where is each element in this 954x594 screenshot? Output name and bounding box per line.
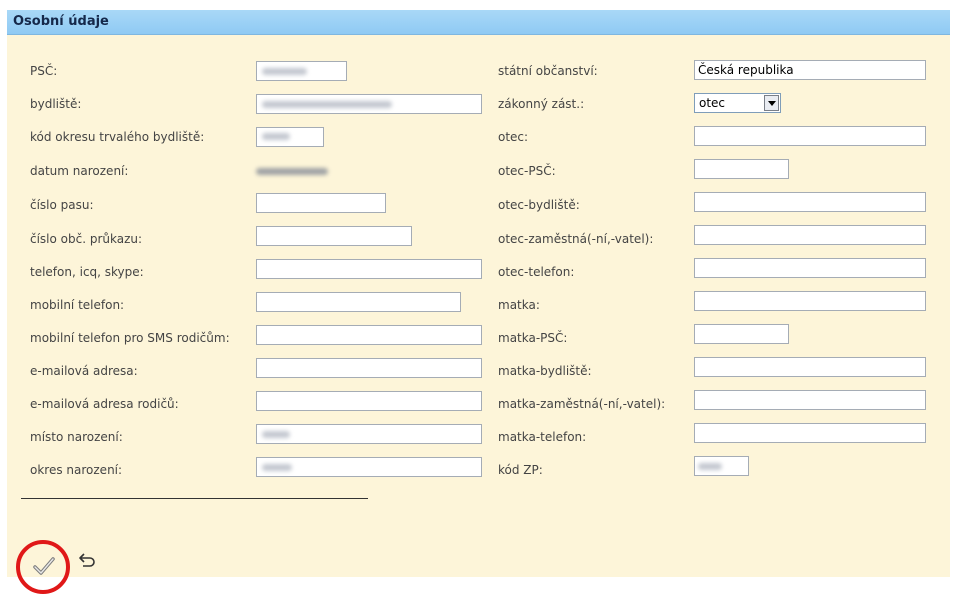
blurred-value: [262, 68, 307, 75]
label-mother-residence: matka-bydliště:: [498, 364, 592, 378]
label-mother: matka:: [498, 298, 540, 312]
parents-email-field[interactable]: [256, 391, 482, 411]
mother-phone-field[interactable]: [694, 423, 926, 443]
blurred-value: [262, 431, 290, 438]
label-phone-icq-skype: telefon, icq, skype:: [30, 265, 144, 279]
blurred-value: [698, 463, 722, 470]
label-parents-email: e-mailová adresa rodičů:: [30, 397, 179, 411]
blurred-value: [262, 464, 292, 471]
panel-header: Osobní údaje: [7, 10, 950, 35]
father-phone-field[interactable]: [694, 258, 926, 278]
label-citizenship: státní občanství:: [498, 64, 598, 78]
mother-residence-field[interactable]: [694, 357, 926, 377]
label-email: e-mailová adresa:: [30, 364, 138, 378]
label-district-code: kód okresu trvalého bydliště:: [30, 130, 205, 144]
label-residence: bydliště:: [30, 97, 82, 111]
label-mother-employer: matka-zaměstná(-ní,-vatel):: [498, 397, 666, 411]
label-father-psc: otec-PSČ:: [498, 164, 556, 178]
father-employer-field[interactable]: [694, 225, 926, 245]
father-residence-field[interactable]: [694, 192, 926, 212]
panel-title: Osobní údaje: [13, 14, 109, 29]
legal-representative-select[interactable]: otec: [694, 93, 781, 113]
label-mother-phone: matka-telefon:: [498, 430, 587, 444]
save-button[interactable]: [16, 540, 70, 594]
label-mobile-phone: mobilní telefon:: [30, 298, 125, 312]
label-legal-representative: zákonný zást.:: [498, 97, 585, 111]
label-psc: PSČ:: [30, 64, 58, 78]
label-passport-number: číslo pasu:: [30, 198, 94, 212]
legal-representative-selected: otec: [699, 96, 726, 110]
blurred-value: [262, 101, 392, 108]
citizenship-field[interactable]: Česká republika: [694, 60, 926, 80]
email-field[interactable]: [256, 358, 482, 378]
label-mobile-sms-parents: mobilní telefon pro SMS rodičům:: [30, 331, 230, 345]
blurred-value: [256, 168, 328, 175]
label-id-card-number: číslo obč. průkazu:: [30, 232, 143, 246]
label-birth-date: datum narození:: [30, 164, 129, 178]
label-mother-psc: matka-PSČ:: [498, 331, 568, 345]
id-card-number-field[interactable]: [256, 226, 412, 246]
label-father-residence: otec-bydliště:: [498, 198, 580, 212]
label-birth-place: místo narození:: [30, 430, 123, 444]
mother-psc-field[interactable]: [694, 324, 789, 344]
chevron-down-icon[interactable]: [764, 95, 779, 111]
divider: [21, 498, 368, 499]
label-birth-district: okres narození:: [30, 463, 123, 477]
blurred-value: [262, 133, 290, 140]
mobile-sms-parents-field[interactable]: [256, 325, 482, 345]
checkmark-icon: [33, 557, 55, 575]
mobile-phone-field[interactable]: [256, 292, 461, 312]
passport-number-field[interactable]: [256, 193, 386, 213]
undo-arrow-icon[interactable]: [77, 552, 97, 570]
label-health-insurance-code: kód ZP:: [498, 463, 543, 477]
label-father-phone: otec-telefon:: [498, 265, 575, 279]
label-father-employer: otec-zaměstná(-ní,-vatel):: [498, 232, 654, 246]
father-psc-field[interactable]: [694, 159, 789, 179]
father-field[interactable]: [694, 126, 926, 146]
mother-field[interactable]: [694, 291, 926, 311]
label-father: otec:: [498, 130, 529, 144]
mother-employer-field[interactable]: [694, 390, 926, 410]
phone-icq-skype-field[interactable]: [256, 259, 482, 279]
